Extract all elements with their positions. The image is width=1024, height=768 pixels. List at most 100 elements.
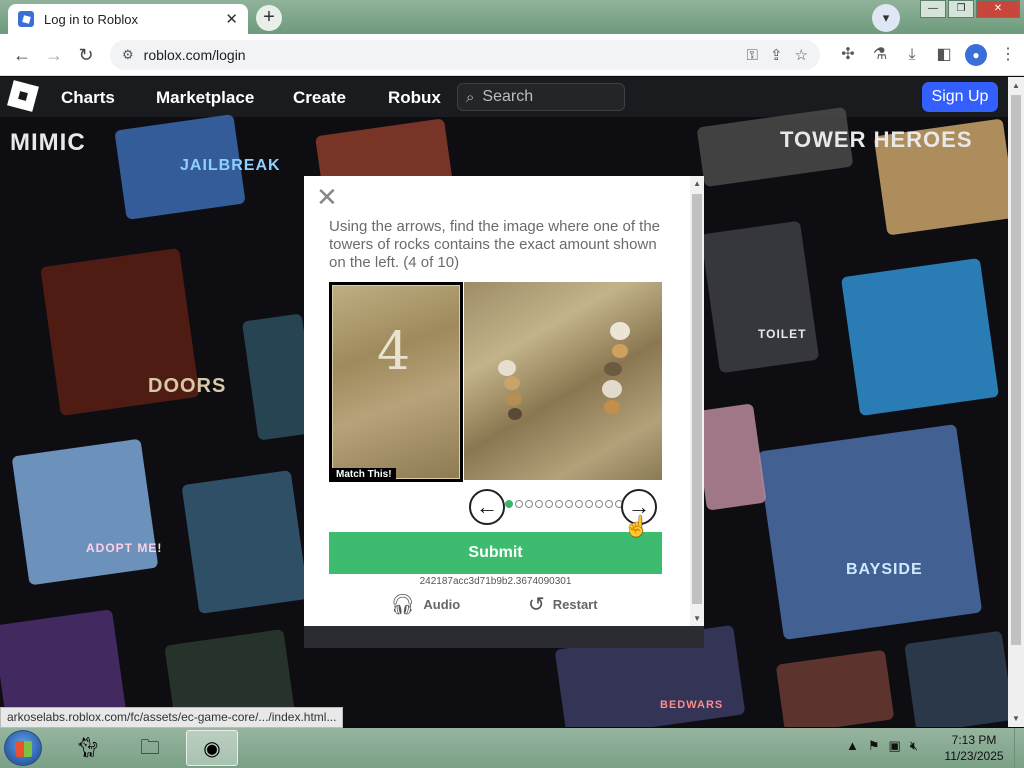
page-scroll-thumb[interactable] — [1011, 95, 1021, 645]
captcha-modal: ✕ Using the arrows, find the image where… — [304, 176, 704, 626]
address-bar[interactable]: ⚙ roblox.com/login ⚿ ⇪ ☆ — [110, 40, 820, 70]
progress-dot — [505, 500, 513, 508]
browser-toolbar: ← → ↻ ⚙ roblox.com/login ⚿ ⇪ ☆ ✣ ⚗ ⤓ ◧ ●… — [0, 34, 1024, 76]
back-arrow-icon[interactable]: ← — [10, 43, 34, 67]
progress-dot — [605, 500, 613, 508]
taskbar-clock[interactable]: 7:13 PM 11/23/2025 — [938, 732, 1010, 764]
reload-icon[interactable]: ↻ — [74, 43, 98, 67]
rock-shape — [602, 380, 622, 398]
game-label-toilet: TOILET — [758, 327, 807, 341]
tab-close-icon[interactable]: ✕ — [225, 10, 238, 28]
chrome-app-icon[interactable]: ◉ — [186, 730, 238, 766]
clock-date: 11/23/2025 — [944, 749, 1004, 763]
game-tile — [757, 424, 983, 640]
url-text: roblox.com/login — [143, 47, 246, 63]
page-scroll-up-icon[interactable]: ▲ — [1012, 81, 1020, 90]
rock-shape — [498, 360, 516, 376]
match-this-label: Match This! — [332, 468, 396, 481]
new-tab-button[interactable]: + — [256, 5, 282, 31]
progress-dot — [565, 500, 573, 508]
progress-dot — [595, 500, 603, 508]
previous-arrow-button[interactable]: ← — [469, 489, 505, 525]
roblox-favicon-icon — [18, 11, 34, 27]
menu-kebab-icon[interactable]: ⋮ — [992, 43, 1024, 67]
progress-dot — [515, 500, 523, 508]
audio-label: Audio — [423, 597, 461, 612]
side-panel-icon[interactable]: ◧ — [928, 43, 960, 67]
restart-icon: ↺ — [528, 594, 545, 616]
modal-close-icon[interactable]: ✕ — [316, 184, 338, 210]
volume-muted-icon[interactable]: 🔇︎ — [910, 738, 918, 754]
cat-app-icon[interactable]: 🐈︎ — [62, 730, 114, 766]
nav-link-marketplace[interactable]: Marketplace — [156, 88, 254, 108]
extensions-icon[interactable]: ✣ — [832, 43, 864, 67]
headphones-icon: 🎧︎ — [390, 594, 416, 616]
search-icon: ⌕ — [466, 88, 475, 106]
target-number: 4 — [377, 322, 411, 382]
profile-avatar-icon[interactable]: ● — [965, 44, 987, 66]
audio-button[interactable]: 🎧︎ Audio — [390, 592, 460, 617]
nav-link-charts[interactable]: Charts — [61, 88, 115, 108]
progress-dot — [545, 500, 553, 508]
status-bar-url: arkoselabs.roblox.com/fc/assets/ec-game-… — [0, 707, 344, 728]
maximize-button[interactable]: ❐ — [948, 0, 974, 18]
rock-shape — [612, 344, 628, 358]
game-tile — [700, 220, 820, 374]
page-scroll-down-icon[interactable]: ▼ — [1012, 714, 1020, 723]
scroll-down-icon[interactable]: ▼ — [693, 614, 701, 623]
rock-shape — [508, 408, 522, 420]
roblox-logo-icon[interactable] — [7, 80, 39, 112]
download-icon[interactable]: ⤓ — [896, 43, 928, 67]
hand-cursor-icon: ☝ — [624, 516, 649, 538]
page-scrollbar[interactable]: ▲ ▼ — [1008, 77, 1024, 727]
minimize-button[interactable]: — — [920, 0, 946, 18]
bookmark-star-icon[interactable]: ☆ — [795, 46, 808, 64]
session-id: 242187acc3d71b9b2.3674090301 — [419, 576, 572, 587]
file-explorer-icon[interactable]: 🗀 — [124, 730, 176, 766]
submit-button[interactable]: Submit — [329, 532, 662, 574]
tab-title: Log in to Roblox — [44, 11, 138, 27]
game-label-bedwars: BEDWARS — [660, 699, 724, 711]
show-desktop-button[interactable] — [1014, 728, 1024, 768]
progress-dot — [585, 500, 593, 508]
rock-shape — [604, 362, 622, 376]
scroll-up-icon[interactable]: ▲ — [693, 179, 701, 188]
window-close-button[interactable]: ✕ — [976, 0, 1020, 18]
browser-tab-bar: Log in to Roblox ✕ + ▾ — ❐ ✕ — [0, 0, 1024, 34]
network-icon[interactable]: ▣ — [889, 738, 901, 754]
restart-button[interactable]: ↺ Restart — [528, 592, 598, 617]
game-tile — [775, 649, 895, 727]
rock-shape — [504, 376, 520, 390]
start-button[interactable] — [4, 730, 42, 766]
captcha-prompt: Using the arrows, find the image where o… — [329, 218, 661, 271]
modal-footer-strip — [304, 626, 704, 648]
roblox-search-input[interactable]: ⌕ Search — [457, 83, 625, 111]
forward-arrow-icon[interactable]: → — [42, 43, 66, 67]
labs-flask-icon[interactable]: ⚗ — [864, 43, 896, 67]
nav-link-robux[interactable]: Robux — [388, 88, 441, 108]
browser-tab[interactable]: Log in to Roblox ✕ — [8, 4, 248, 34]
site-info-icon[interactable]: ⚙ — [122, 47, 134, 63]
game-tile — [181, 469, 309, 615]
game-tile — [693, 403, 767, 511]
progress-dot — [575, 500, 583, 508]
rock-shape — [610, 322, 630, 340]
modal-scroll-thumb[interactable] — [692, 194, 702, 604]
progress-dot — [535, 500, 543, 508]
search-placeholder: Search — [482, 88, 534, 105]
candidate-image — [464, 282, 662, 480]
target-image: 4 Match This! — [329, 282, 463, 482]
tab-search-icon[interactable]: ▾ — [872, 4, 900, 32]
nav-link-create[interactable]: Create — [293, 88, 346, 108]
action-center-icon[interactable]: ⚑ — [868, 738, 880, 754]
roblox-navbar: Charts Marketplace Create Robux ⌕ Search… — [0, 77, 1008, 117]
rock-shape — [506, 392, 522, 406]
modal-scrollbar[interactable]: ▲ ▼ — [690, 176, 704, 626]
key-icon[interactable]: ⚿ — [747, 47, 758, 64]
restart-label: Restart — [552, 597, 598, 612]
clock-time: 7:13 PM — [951, 733, 997, 747]
game-label-mimic: MIMIC — [10, 129, 86, 156]
share-icon[interactable]: ⇪ — [770, 46, 783, 64]
sign-up-button[interactable]: Sign Up — [922, 82, 998, 112]
tray-expand-icon[interactable]: ▲ — [846, 738, 859, 754]
